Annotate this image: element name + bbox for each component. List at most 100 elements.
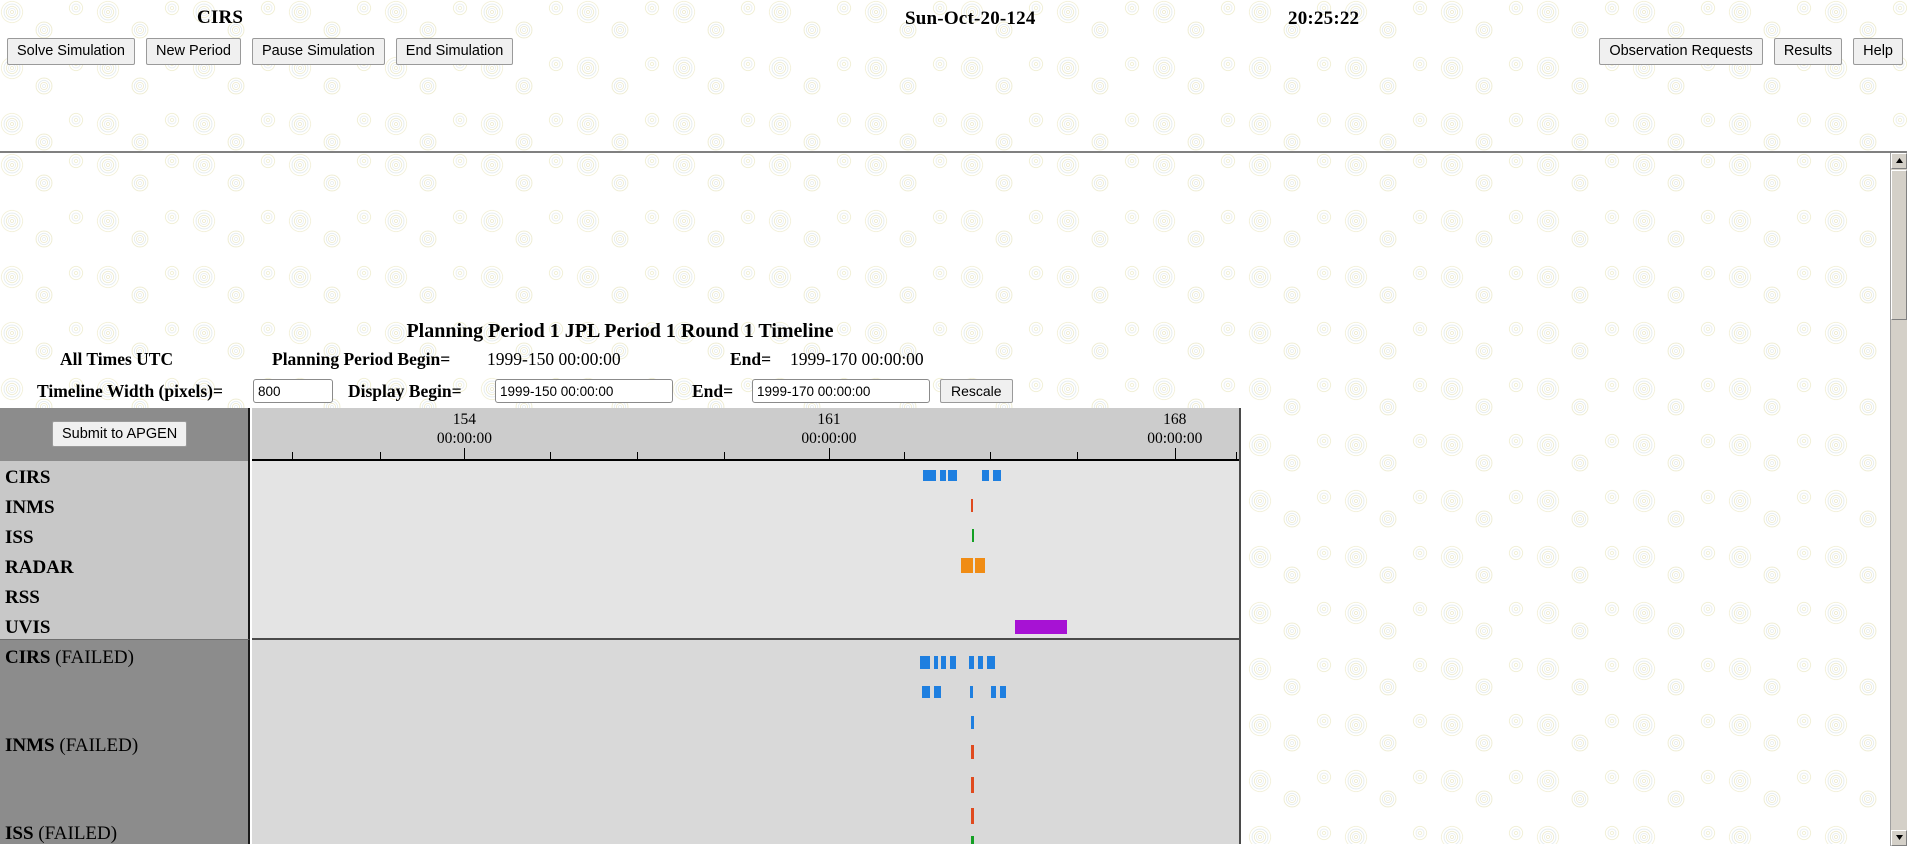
observation-requests-button[interactable]: Observation Requests — [1599, 38, 1763, 65]
title-row: CIRS Sun-Oct-20-124 20:25:22 — [0, 0, 1907, 33]
axis-major-tick — [464, 448, 466, 459]
display-controls: Timeline Width (pixels)= Display Begin= … — [0, 379, 1240, 405]
scroll-down-button[interactable] — [1891, 830, 1907, 846]
axis-minor-tick — [990, 452, 992, 459]
chevron-down-icon — [1895, 835, 1903, 840]
activity-mark-iss-failed[interactable] — [971, 836, 974, 844]
axis-minor-tick — [291, 452, 293, 459]
axis-tick-day: 154 — [452, 411, 477, 428]
display-end-input[interactable] — [752, 379, 930, 403]
axis-minor-tick — [1236, 452, 1238, 459]
activity-mark-cirs-failed[interactable] — [971, 716, 974, 729]
activity-mark-inms-failed[interactable] — [971, 808, 974, 824]
scroll-up-button[interactable] — [1891, 153, 1907, 169]
activity-mark-radar[interactable] — [961, 558, 973, 573]
row-label-text: INMS — [5, 497, 55, 518]
activity-mark-cirs-failed[interactable] — [920, 656, 930, 669]
activity-mark-cirs[interactable] — [940, 470, 946, 481]
timeline-width-input[interactable] — [253, 379, 333, 403]
activity-mark-cirs-failed[interactable] — [969, 656, 974, 669]
submit-to-apgen-button[interactable]: Submit to APGEN — [52, 421, 188, 447]
active-row-label-column: CIRS INMS ISS RADAR RSS UVIS — [0, 461, 250, 640]
active-timeline-canvas[interactable] — [252, 461, 1240, 640]
activity-mark-inms-failed[interactable] — [971, 745, 974, 759]
pause-simulation-button[interactable]: Pause Simulation — [251, 38, 385, 65]
activity-mark-cirs-failed[interactable] — [934, 686, 941, 698]
axis-tick-label: 154 00:00:00 — [437, 410, 492, 448]
row-label-text: UVIS — [5, 617, 51, 638]
axis-minor-tick — [904, 452, 906, 459]
timeline-axis-band: Submit to APGEN 154 00:00:00 161 00:00:00 16… — [0, 408, 1240, 461]
row-label-iss-failed: ISS (FAILED) — [5, 823, 117, 845]
timeline-width-label: Timeline Width (pixels)= — [37, 381, 223, 401]
activity-mark-cirs[interactable] — [923, 470, 936, 481]
axis-major-tick — [828, 448, 830, 459]
row-label-text: CIRS — [5, 467, 51, 488]
solve-simulation-button[interactable]: Solve Simulation — [7, 38, 135, 65]
axis-tick-label: 168 00:00:00 — [1147, 410, 1202, 448]
simulation-clock: 20:25:22 — [1288, 8, 1360, 29]
chevron-up-icon — [1895, 158, 1903, 163]
help-button[interactable]: Help — [1853, 38, 1903, 65]
row-label-rss: RSS — [5, 587, 40, 609]
axis-tick-time: 00:00:00 — [436, 430, 492, 447]
row-label-radar: RADAR — [5, 557, 74, 579]
activity-mark-cirs[interactable] — [982, 470, 989, 481]
axis-tick-day: 168 — [1163, 411, 1187, 428]
scroll-thumb[interactable] — [1891, 170, 1907, 320]
failed-timeline-canvas[interactable] — [252, 640, 1240, 844]
vertical-scrollbar[interactable] — [1890, 153, 1907, 846]
planning-period-begin-value: 1999-150 00:00:00 — [487, 349, 621, 369]
activity-mark-cirs[interactable] — [948, 470, 957, 481]
activity-mark-radar[interactable] — [975, 558, 985, 573]
activity-mark-iss[interactable] — [972, 529, 974, 542]
row-label-text: INMS — [5, 735, 55, 756]
simulation-date: Sun-Oct-20-124 — [905, 8, 1036, 29]
axis-minor-tick — [550, 452, 552, 459]
display-begin-input[interactable] — [495, 379, 673, 403]
axis-tick-label: 161 00:00:00 — [801, 410, 856, 448]
failed-instrument-rows: CIRS (FAILED) INMS (FAILED) ISS (FAILED) — [0, 640, 1240, 844]
activity-mark-cirs-failed[interactable] — [978, 656, 983, 669]
activity-mark-cirs-failed[interactable] — [991, 686, 996, 698]
rescale-button[interactable]: Rescale — [940, 379, 1013, 403]
activity-mark-cirs-failed[interactable] — [970, 686, 973, 698]
timeline-axis-scale[interactable]: 154 00:00:00 161 00:00:00 168 00:00:00 — [252, 408, 1240, 461]
axis-tick-time: 00:00:00 — [1147, 430, 1203, 447]
activity-mark-cirs[interactable] — [993, 470, 1001, 481]
row-label-inms-failed: INMS (FAILED) — [5, 735, 138, 757]
row-label-cirs: CIRS — [5, 467, 50, 489]
activity-mark-uvis[interactable] — [1015, 620, 1067, 634]
axis-tick-time: 00:00:00 — [801, 430, 857, 447]
display-end-label: End= — [692, 381, 734, 401]
activity-mark-cirs-failed[interactable] — [987, 656, 995, 669]
all-times-utc-label: All Times UTC — [60, 349, 174, 369]
row-label-text: ISS — [5, 527, 34, 548]
activity-mark-cirs-failed[interactable] — [941, 656, 946, 669]
planning-period-end-value: 1999-170 00:00:00 — [790, 349, 924, 369]
row-label-text: RADAR — [5, 557, 74, 578]
end-simulation-button[interactable]: End Simulation — [395, 38, 514, 65]
failed-row-label-column: CIRS (FAILED) INMS (FAILED) ISS (FAILED) — [0, 640, 250, 844]
axis-major-tick — [1174, 448, 1176, 459]
row-label-status: (FAILED) — [54, 735, 139, 756]
row-label-text: ISS — [5, 823, 34, 844]
row-label-text: RSS — [5, 587, 40, 608]
active-instrument-rows: CIRS INMS ISS RADAR RSS UVIS — [0, 461, 1240, 640]
activity-mark-cirs-failed[interactable] — [950, 656, 956, 669]
axis-tick-day: 161 — [817, 411, 841, 428]
new-period-button[interactable]: New Period — [146, 38, 241, 65]
activity-mark-cirs-failed[interactable] — [1000, 686, 1006, 698]
activity-mark-inms-failed[interactable] — [971, 777, 974, 793]
axis-minor-tick — [380, 452, 382, 459]
planning-period-end-label: End= — [730, 349, 772, 369]
results-button[interactable]: Results — [1773, 38, 1843, 65]
activity-mark-cirs-failed[interactable] — [922, 686, 930, 698]
row-label-text: CIRS — [5, 647, 51, 668]
activity-mark-cirs-failed[interactable] — [934, 656, 938, 669]
activity-mark-inms[interactable] — [971, 499, 973, 512]
axis-minor-tick — [724, 452, 726, 459]
row-label-uvis: UVIS — [5, 617, 50, 639]
axis-minor-tick — [637, 452, 639, 459]
axis-minor-tick — [1076, 452, 1078, 459]
